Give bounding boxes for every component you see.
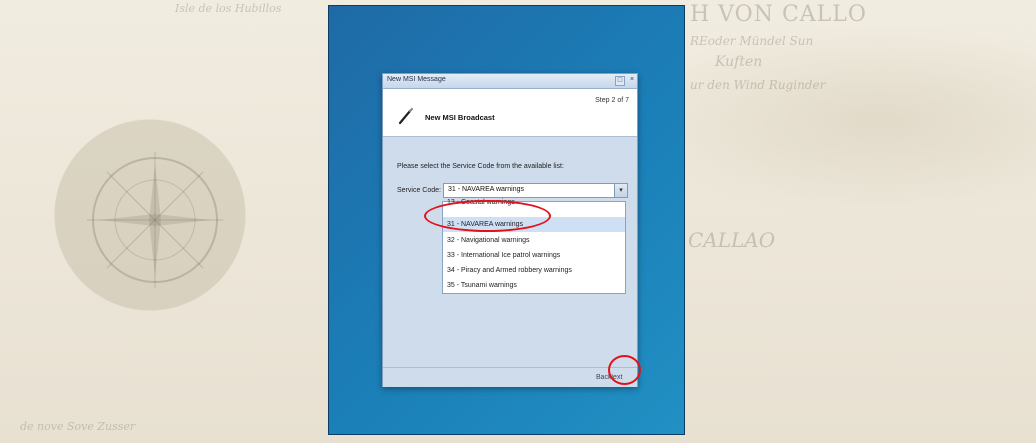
map-text-line: Kuften bbox=[715, 54, 763, 70]
map-text-line: de nove Sove Zusser bbox=[20, 420, 136, 433]
service-code-select[interactable]: 31 - NAVAREA warnings ▾ bbox=[443, 183, 628, 198]
wand-icon bbox=[398, 107, 414, 125]
annotation-circle-next-button bbox=[608, 355, 641, 385]
service-code-value: 31 - NAVAREA warnings bbox=[448, 186, 524, 193]
map-title-text: H VON CALLO bbox=[690, 2, 867, 27]
dropdown-option[interactable]: 34 - Piracy and Armed robbery warnings bbox=[443, 263, 625, 278]
wizard-title: New MSI Broadcast bbox=[425, 113, 495, 122]
map-text-line: CALLAO bbox=[688, 228, 776, 252]
dropdown-option[interactable]: 32 - Navigational warnings bbox=[443, 233, 625, 248]
map-text-line: Isle de los Hubillos bbox=[175, 2, 282, 15]
compass-rose-icon bbox=[87, 152, 223, 288]
dropdown-option[interactable]: 35 - Tsunami warnings bbox=[443, 278, 625, 293]
dialog-title: New MSI Message bbox=[387, 76, 446, 83]
service-code-label: Service Code: bbox=[397, 187, 441, 194]
annotation-circle-selected-option bbox=[424, 200, 551, 232]
chevron-down-icon[interactable]: ▾ bbox=[614, 184, 627, 197]
dropdown-option[interactable]: 33 - International Ice patrol warnings bbox=[443, 248, 625, 263]
wizard-header: Step 2 of 7 New MSI Broadcast bbox=[383, 89, 637, 137]
close-button[interactable]: × bbox=[628, 76, 636, 84]
dialog-titlebar[interactable]: New MSI Message □ × bbox=[383, 74, 637, 89]
step-indicator: Step 2 of 7 bbox=[595, 97, 629, 104]
instruction-text: Please select the Service Code from the … bbox=[397, 163, 564, 170]
map-text-line: ur den Wind Ruginder bbox=[690, 78, 826, 92]
wizard-footer: Back Next bbox=[383, 367, 637, 387]
map-text-line: REoder Mündel Sun bbox=[690, 34, 814, 48]
restore-button[interactable]: □ bbox=[615, 76, 625, 86]
